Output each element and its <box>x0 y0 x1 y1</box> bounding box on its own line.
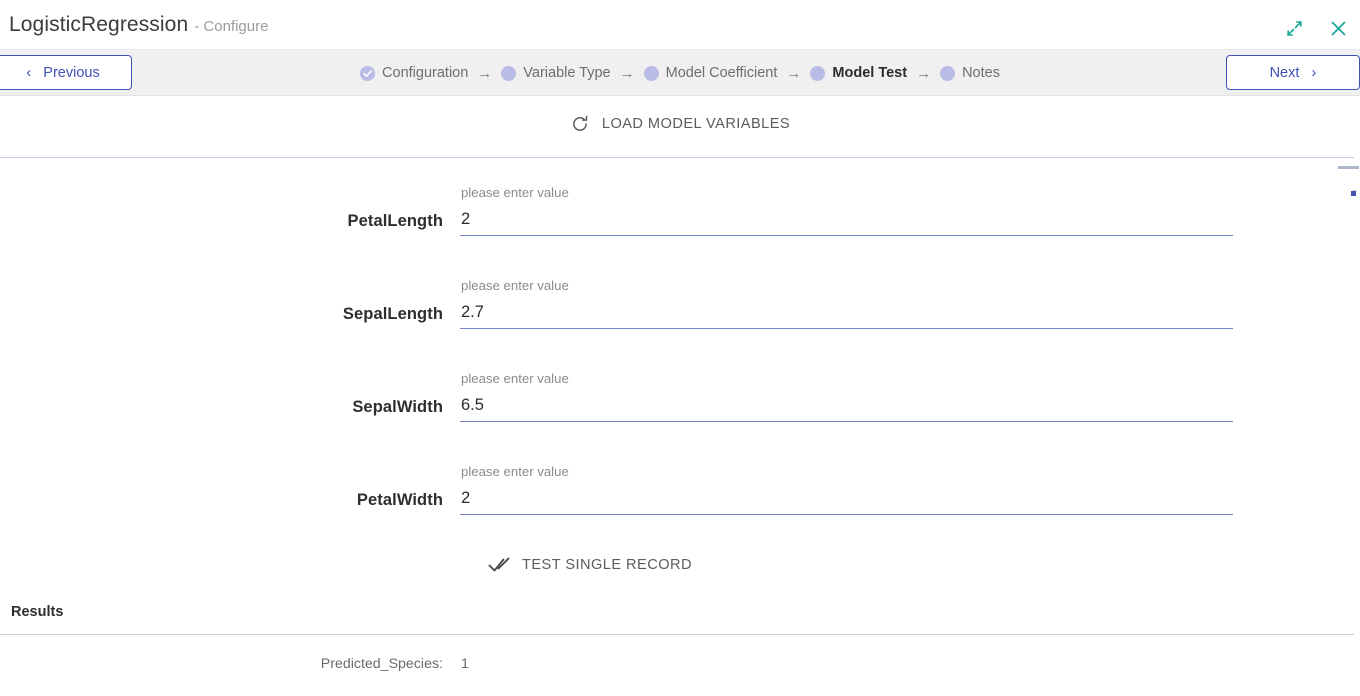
step-variable-type-label: Variable Type <box>523 65 611 81</box>
step-model-test[interactable]: Model Test <box>810 65 907 81</box>
field-row-petal-width: PetalWidth please enter value <box>0 453 1360 546</box>
step-variable-type[interactable]: Variable Type <box>501 65 611 81</box>
result-value-predicted-species: 1 <box>461 656 469 672</box>
page-title: LogisticRegression - Configure <box>9 13 268 37</box>
dot-icon <box>940 65 956 81</box>
field-label-petal-length: PetalLength <box>347 212 443 230</box>
previous-button[interactable]: ‹ Previous <box>0 55 132 90</box>
wizard-steps: Configuration → Variable Type → Model Co… <box>0 50 1360 96</box>
step-arrow-2: → <box>619 64 635 82</box>
step-arrow-3: → <box>786 64 802 82</box>
result-key-predicted-species: Predicted_Species: <box>320 656 443 672</box>
sepal-width-input[interactable] <box>460 393 1233 423</box>
model-test-panel: LOAD MODEL VARIABLES PetalLength please … <box>0 96 1360 696</box>
step-configuration-label: Configuration <box>382 65 469 81</box>
step-notes[interactable]: Notes <box>940 65 1000 81</box>
next-button-label: Next <box>1269 64 1300 81</box>
field-label-petal-width: PetalWidth <box>356 491 443 509</box>
divider-top <box>0 157 1354 158</box>
dot-icon <box>643 65 659 81</box>
step-notes-label: Notes <box>962 65 1000 81</box>
field-hint-sepal-width: please enter value <box>461 371 569 386</box>
model-name-label: LogisticRegression <box>9 13 189 36</box>
dot-icon <box>810 65 826 81</box>
title-bar: LogisticRegression - Configure <box>0 0 1360 50</box>
chevron-right-icon: › <box>1311 64 1317 81</box>
field-hint-petal-length: please enter value <box>461 185 569 200</box>
step-model-test-label: Model Test <box>832 65 908 81</box>
sepal-length-input[interactable] <box>460 300 1233 330</box>
load-model-variables-button[interactable]: LOAD MODEL VARIABLES <box>564 109 796 139</box>
check-circle-icon <box>360 65 376 81</box>
dot-icon <box>501 65 517 81</box>
configure-dialog: LogisticRegression - Configure ‹ Previou… <box>0 0 1360 696</box>
step-model-coefficient-label: Model Coefficient <box>665 65 778 81</box>
field-row-sepal-width: SepalWidth please enter value <box>0 360 1360 453</box>
variable-fields: PetalLength please enter value SepalLeng… <box>0 174 1360 546</box>
load-variables-row: LOAD MODEL VARIABLES <box>0 109 1360 139</box>
refresh-icon <box>570 114 590 134</box>
next-button[interactable]: Next › <box>1226 55 1360 90</box>
field-hint-sepal-length: please enter value <box>461 278 569 293</box>
previous-button-label: Previous <box>43 64 100 81</box>
field-hint-petal-width: please enter value <box>461 464 569 479</box>
field-label-sepal-width: SepalWidth <box>352 398 443 416</box>
test-single-record-label: TEST SINGLE RECORD <box>521 557 692 573</box>
load-model-variables-label: LOAD MODEL VARIABLES <box>601 116 791 132</box>
edge-marker-dot <box>1351 191 1356 196</box>
wizard-toolbar: ‹ Previous Configuration → Variable Type… <box>0 50 1360 96</box>
field-label-sepal-length: SepalLength <box>342 305 443 323</box>
petal-width-input[interactable] <box>460 486 1233 516</box>
step-configuration[interactable]: Configuration <box>360 65 468 81</box>
scrollbar-thumb[interactable] <box>1338 166 1359 169</box>
test-single-record-button[interactable]: TEST SINGLE RECORD <box>482 551 698 579</box>
divider-results <box>0 634 1354 635</box>
window-controls <box>1282 16 1350 40</box>
results-heading: Results <box>11 604 64 620</box>
petal-length-input[interactable] <box>460 207 1233 237</box>
step-arrow-1: → <box>477 64 493 82</box>
double-check-icon <box>488 556 510 574</box>
step-model-coefficient[interactable]: Model Coefficient <box>643 65 778 81</box>
field-row-petal-length: PetalLength please enter value <box>0 174 1360 267</box>
step-arrow-4: → <box>916 64 932 82</box>
collapse-arrows-icon[interactable] <box>1282 16 1306 40</box>
mode-label: - Configure <box>194 18 269 35</box>
close-x-icon[interactable] <box>1326 16 1350 40</box>
chevron-left-icon: ‹ <box>26 64 32 81</box>
test-record-row: TEST SINGLE RECORD <box>0 551 1360 579</box>
field-row-sepal-length: SepalLength please enter value <box>0 267 1360 360</box>
